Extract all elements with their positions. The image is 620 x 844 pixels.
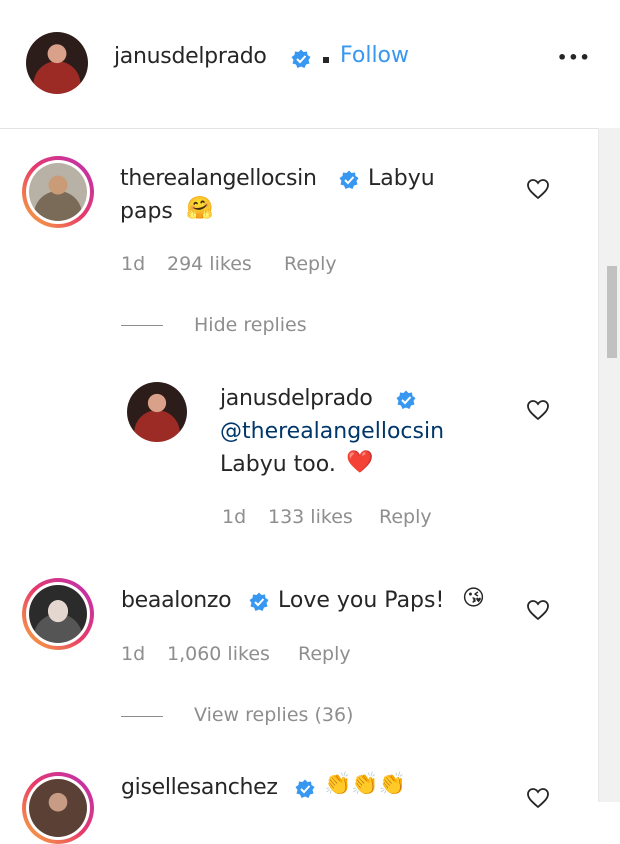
reply-likes[interactable]: 133 likes bbox=[268, 506, 353, 528]
comment-avatar[interactable] bbox=[22, 578, 94, 650]
comments-scrollbar[interactable] bbox=[598, 128, 620, 802]
comment-avatar[interactable] bbox=[22, 772, 94, 844]
comment-username[interactable]: therealangellocsin bbox=[120, 166, 317, 191]
comment-time: 1d bbox=[121, 253, 146, 275]
comment-username[interactable]: beaalonzo bbox=[121, 588, 232, 613]
comment-text: Labyu bbox=[368, 166, 435, 191]
author-avatar[interactable] bbox=[26, 32, 88, 94]
comment-likes[interactable]: 294 likes bbox=[167, 253, 252, 275]
mention-link[interactable]: @therealangellocsin bbox=[220, 419, 444, 444]
reply-button[interactable]: Reply bbox=[284, 253, 337, 275]
post-header: janusdelprado Follow ••• bbox=[0, 0, 620, 129]
comment-text-continued: paps bbox=[120, 199, 173, 224]
reply-time: 1d bbox=[222, 506, 247, 528]
separator-dot bbox=[323, 57, 329, 63]
hide-replies-button[interactable]: Hide replies bbox=[194, 314, 307, 336]
follow-button[interactable]: Follow bbox=[340, 43, 409, 68]
author-username[interactable]: janusdelprado bbox=[114, 44, 267, 69]
reply-reply-button[interactable]: Reply bbox=[379, 506, 432, 528]
verified-badge-icon bbox=[249, 592, 269, 611]
heart-icon[interactable] bbox=[526, 787, 550, 809]
reply-avatar[interactable] bbox=[127, 382, 187, 442]
verified-badge-icon bbox=[291, 49, 311, 68]
heart-icon[interactable] bbox=[526, 599, 550, 621]
kiss-emoji: 😘 bbox=[462, 586, 485, 611]
verified-badge-icon bbox=[339, 170, 359, 189]
red-heart-emoji: ❤️ bbox=[346, 450, 374, 475]
reply-username[interactable]: janusdelprado bbox=[220, 386, 373, 411]
verified-badge-icon bbox=[396, 390, 416, 409]
heart-icon[interactable] bbox=[526, 178, 550, 200]
comment-time: 1d bbox=[121, 643, 146, 665]
replies-divider bbox=[121, 325, 163, 326]
replies-divider bbox=[121, 716, 163, 717]
verified-badge-icon bbox=[295, 779, 315, 798]
hug-emoji: 🤗 bbox=[186, 196, 214, 221]
comment-text: Love you Paps! bbox=[278, 588, 445, 613]
clap-emoji: 👏👏👏 bbox=[324, 772, 407, 797]
comment-username[interactable]: gisellesanchez bbox=[121, 775, 278, 800]
more-options-icon[interactable]: ••• bbox=[557, 48, 591, 67]
reply-text: Labyu too. bbox=[220, 452, 336, 477]
reply-button[interactable]: Reply bbox=[298, 643, 351, 665]
scrollbar-thumb[interactable] bbox=[607, 266, 617, 358]
heart-icon[interactable] bbox=[526, 399, 550, 421]
comment-avatar[interactable] bbox=[22, 156, 94, 228]
view-replies-button[interactable]: View replies (36) bbox=[194, 704, 353, 726]
comment-likes[interactable]: 1,060 likes bbox=[167, 643, 270, 665]
